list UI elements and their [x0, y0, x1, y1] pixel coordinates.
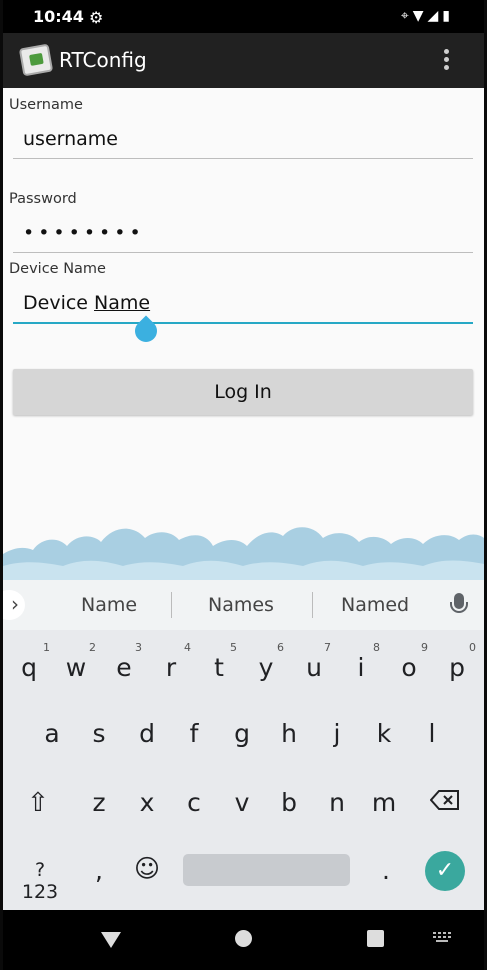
- key-u[interactable]: u: [294, 653, 334, 682]
- key-l[interactable]: l: [412, 719, 452, 748]
- device-name-label: Device Name: [9, 261, 106, 277]
- key-d[interactable]: d: [127, 719, 167, 748]
- key-hint: 6: [277, 641, 284, 654]
- login-button[interactable]: Log In: [13, 369, 473, 415]
- soft-keyboard: › Name Names Named q w e r t y u i o p 1…: [3, 580, 484, 910]
- key-hint: 8: [373, 641, 380, 654]
- key-f[interactable]: f: [174, 719, 214, 748]
- comma-key[interactable]: ,: [79, 856, 119, 885]
- overflow-menu-icon[interactable]: [441, 47, 451, 75]
- key-k[interactable]: k: [364, 719, 404, 748]
- key-s[interactable]: s: [79, 719, 119, 748]
- backspace-icon[interactable]: [430, 789, 460, 811]
- location-icon: ⌖: [400, 8, 413, 24]
- battery-icon: ▮: [442, 8, 454, 24]
- key-hint: 3: [135, 641, 142, 654]
- username-field[interactable]: username: [13, 122, 473, 159]
- key-o[interactable]: o: [389, 653, 429, 682]
- shift-key-icon[interactable]: ⇧: [27, 788, 49, 818]
- key-a[interactable]: a: [32, 719, 72, 748]
- space-bar[interactable]: [183, 854, 350, 886]
- key-v[interactable]: v: [222, 788, 262, 817]
- password-field[interactable]: ••••••••: [13, 216, 473, 253]
- key-b[interactable]: b: [269, 788, 309, 817]
- key-t[interactable]: t: [199, 653, 239, 682]
- status-icons: ⌖▼◢▮: [401, 8, 454, 24]
- wifi-icon: ▼: [412, 8, 428, 24]
- key-hint: 5: [230, 641, 237, 654]
- composing-text: Name: [94, 292, 151, 314]
- divider: [171, 592, 172, 618]
- suggestion-3[interactable]: Named: [341, 594, 409, 616]
- key-x[interactable]: x: [127, 788, 167, 817]
- status-bar: 10:44 ⚙ ⌖▼◢▮: [3, 0, 484, 33]
- system-nav-bar: [3, 910, 484, 970]
- key-w[interactable]: w: [56, 653, 96, 682]
- key-h[interactable]: h: [269, 719, 309, 748]
- key-hint: 9: [421, 641, 428, 654]
- key-hint: 0: [469, 641, 476, 654]
- app-logo-icon: [18, 43, 54, 77]
- expand-arrow-icon[interactable]: ›: [3, 590, 25, 620]
- emoji-key-icon[interactable]: ☺: [127, 854, 167, 883]
- key-r[interactable]: r: [151, 653, 191, 682]
- key-hint: 4: [184, 641, 191, 654]
- done-check-icon[interactable]: ✓: [425, 851, 465, 891]
- key-m[interactable]: m: [364, 788, 404, 817]
- back-icon[interactable]: [101, 932, 121, 948]
- username-value: username: [23, 128, 118, 150]
- key-hint: 7: [324, 641, 331, 654]
- key-hint: 1: [43, 641, 50, 654]
- key-q[interactable]: q: [9, 653, 49, 682]
- key-y[interactable]: y: [246, 653, 286, 682]
- username-label: Username: [9, 97, 83, 113]
- suggestion-2[interactable]: Names: [208, 594, 274, 616]
- recents-icon[interactable]: [367, 930, 384, 947]
- app-title: RTConfig: [59, 48, 147, 72]
- device-name-field[interactable]: Device Name: [13, 286, 473, 324]
- key-e[interactable]: e: [104, 653, 144, 682]
- suggestion-1[interactable]: Name: [81, 594, 137, 616]
- password-value: ••••••••: [23, 222, 145, 244]
- key-j[interactable]: j: [317, 719, 357, 748]
- key-hint: 2: [89, 641, 96, 654]
- gear-icon: ⚙: [89, 8, 104, 27]
- phone-screen: 10:44 ⚙ ⌖▼◢▮ RTConfig Username username …: [3, 0, 484, 970]
- signal-icon: ◢: [427, 8, 443, 24]
- clouds-decoration: [3, 527, 484, 580]
- login-form: Username username Password •••••••• Devi…: [3, 88, 484, 580]
- status-time: 10:44: [33, 7, 84, 26]
- password-label: Password: [9, 191, 77, 207]
- key-i[interactable]: i: [341, 653, 381, 682]
- symbols-key[interactable]: ?123: [17, 859, 63, 903]
- keyboard-switch-icon[interactable]: [433, 932, 453, 944]
- suggestion-strip: › Name Names Named: [3, 580, 484, 630]
- divider: [312, 592, 313, 618]
- period-key[interactable]: .: [366, 856, 406, 885]
- key-z[interactable]: z: [79, 788, 119, 817]
- key-c[interactable]: c: [174, 788, 214, 817]
- device-name-value: Device Name: [23, 292, 151, 314]
- microphone-icon[interactable]: [450, 593, 468, 613]
- key-n[interactable]: n: [317, 788, 357, 817]
- key-g[interactable]: g: [222, 719, 262, 748]
- key-p[interactable]: p: [437, 653, 477, 682]
- home-icon[interactable]: [235, 930, 252, 947]
- app-bar: RTConfig: [3, 33, 484, 88]
